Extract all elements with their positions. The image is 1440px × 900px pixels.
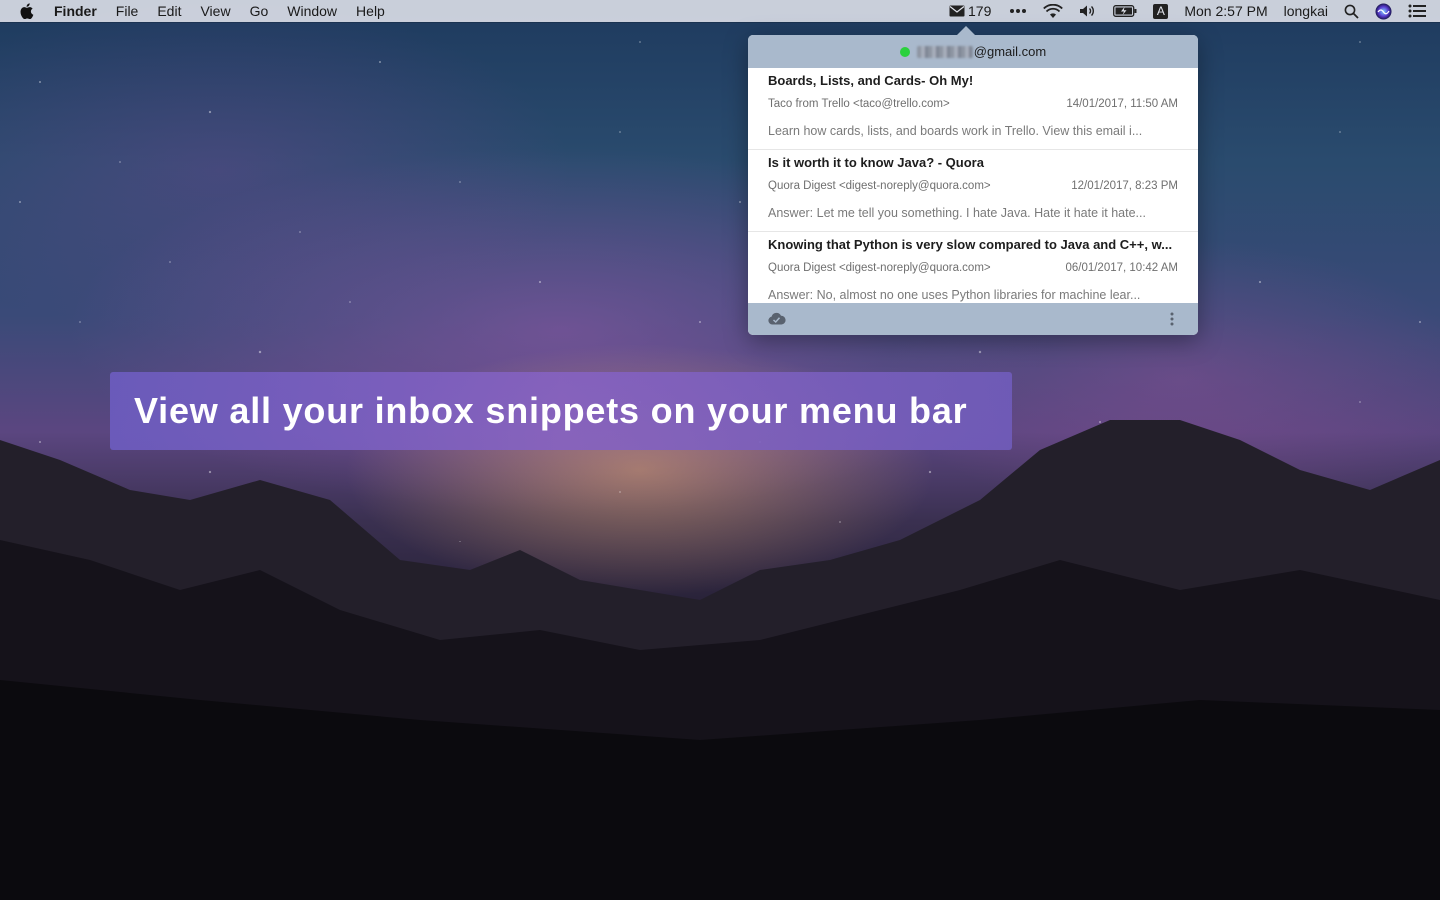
mail-icon [949,5,965,17]
email-snippet: Answer: No, almost no one uses Python li… [768,288,1141,302]
spotlight-search-icon[interactable] [1344,4,1359,19]
more-vertical-icon[interactable] [1170,312,1174,331]
promo-banner-text: View all your inbox snippets on your men… [134,390,968,431]
popover-arrow [956,26,976,36]
email-subject: Knowing that Python is very slow compare… [768,237,1173,252]
siri-icon[interactable] [1375,3,1392,20]
menu-bar: Finder File Edit View Go Window Help 179… [0,0,1440,22]
wifi-icon[interactable] [1043,3,1064,19]
battery-icon[interactable] [1113,5,1137,17]
email-sender: Quora Digest <digest-noreply@quora.com> [768,180,991,192]
email-snippet: Learn how cards, lists, and boards work … [768,124,1143,138]
input-source-icon[interactable]: A [1153,3,1169,19]
cloud-check-icon[interactable] [767,312,786,330]
menu-window[interactable]: Window [287,3,337,19]
email-sender: Taco from Trello <taco@trello.com> [768,98,950,110]
more-dots-icon[interactable] [1009,8,1027,14]
status-tray: 179 A Mon 2:57 PM longkai [949,0,1440,22]
email-item[interactable]: Boards, Lists, and Cards- Oh My! Taco fr… [748,68,1198,150]
wallpaper-mountains [0,420,1440,900]
promo-banner: View all your inbox snippets on your men… [110,372,1012,450]
popover-header: @gmail.com [748,35,1198,68]
menu-app-name[interactable]: Finder [54,3,97,19]
email-list[interactable]: Boards, Lists, and Cards- Oh My! Taco fr… [748,68,1198,303]
email-item[interactable]: Knowing that Python is very slow compare… [748,232,1198,303]
account-username-blurred [916,45,973,58]
menu-go[interactable]: Go [250,3,269,19]
menu-edit[interactable]: Edit [157,3,181,19]
mail-tray-item[interactable]: 179 [949,3,991,19]
mail-popover: @gmail.com Boards, Lists, and Cards- Oh … [748,26,1198,335]
apple-icon[interactable] [20,3,36,19]
email-snippet: Answer: Let me tell you something. I hat… [768,206,1146,220]
volume-icon[interactable] [1079,4,1097,18]
menu-file[interactable]: File [116,3,139,19]
email-date: 12/01/2017, 8:23 PM [1071,180,1178,192]
email-date: 06/01/2017, 10:42 AM [1065,262,1178,274]
online-status-dot [899,46,910,57]
popover-footer [748,303,1198,335]
menu-view[interactable]: View [200,3,230,19]
email-sender: Quora Digest <digest-noreply@quora.com> [768,262,991,274]
email-subject: Is it worth it to know Java? - Quora [768,155,984,170]
mail-count: 179 [968,3,992,19]
menu-help[interactable]: Help [356,3,385,19]
email-item[interactable]: Is it worth it to know Java? - Quora Quo… [748,150,1198,232]
input-source-label: A [1153,3,1169,19]
email-date: 14/01/2017, 11:50 AM [1066,98,1178,110]
menu-clock[interactable]: Mon 2:57 PM [1184,3,1267,19]
account-email: @gmail.com [973,44,1047,59]
notification-center-icon[interactable] [1408,4,1426,18]
wallpaper-stars [0,22,1440,542]
email-subject: Boards, Lists, and Cards- Oh My! [768,73,974,88]
menu-user[interactable]: longkai [1284,3,1328,19]
